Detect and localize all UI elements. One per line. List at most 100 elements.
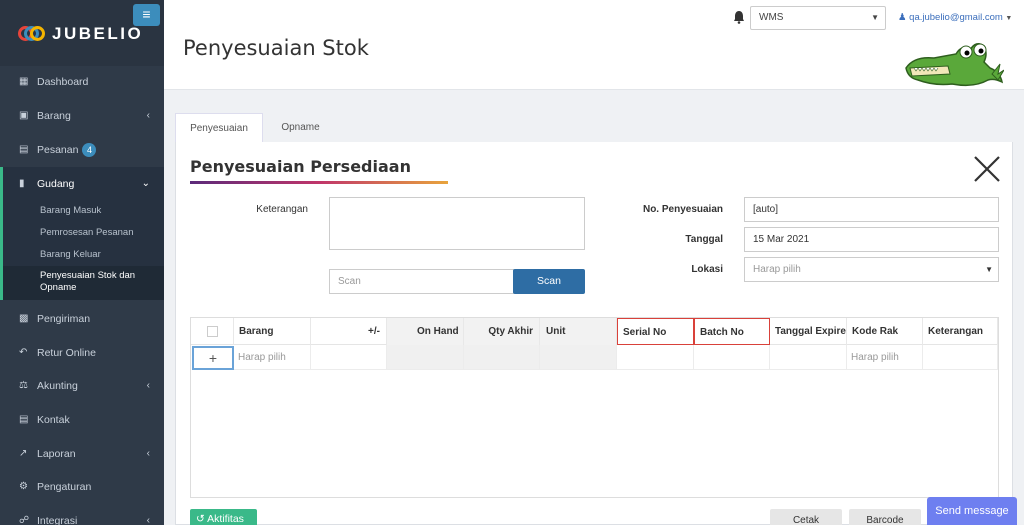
cetak-button[interactable]: Cetak [770, 509, 842, 525]
sidebar-item-pesanan[interactable]: ▤ Pesanan 4 [0, 133, 164, 166]
sidebar-item-dashboard[interactable]: ▦ Dashboard [0, 65, 164, 98]
warehouse-select-value: WMS [759, 12, 784, 23]
lokasi-label: Lokasi [691, 264, 723, 275]
scan-input[interactable]: Scan [329, 269, 514, 294]
sidebar-item-barang[interactable]: ▣ Barang ‹ [0, 99, 164, 132]
address-card-icon: ▤ [19, 414, 29, 425]
tab-opname[interactable]: Opname [263, 113, 338, 142]
hamburger-icon[interactable]: ≡ [133, 4, 160, 26]
sidebar-item-pengiriman[interactable]: ▩ Pengiriman [0, 302, 164, 335]
sidebar-item-label: Gudang [37, 177, 75, 190]
items-grid: Barang +/- On Hand Qty Akhir Unit Serial… [190, 317, 999, 498]
close-icon[interactable] [972, 154, 1002, 184]
col-barang[interactable]: Barang [234, 318, 311, 345]
sidebar-item-akunting[interactable]: ⚖ Akunting ‹ [0, 369, 164, 402]
crocodile-mascot-icon [905, 43, 1004, 87]
sidebar-subitem-penyesuaian-stok[interactable]: Penyesuaian Stok dan Opname [3, 266, 164, 300]
bell-icon[interactable] [733, 10, 745, 24]
user-menu[interactable]: ♟ qa.jubelio@gmail.com ▼ [898, 12, 1012, 23]
tanggal-field[interactable]: 15 Mar 2021 [744, 227, 999, 252]
send-message-button[interactable]: Send message [927, 497, 1017, 525]
col-serial-no[interactable]: Serial No [617, 318, 694, 345]
sidebar-item-retur-online[interactable]: ↶ Retur Online [0, 336, 164, 369]
sidebar-item-label: Pesanan [37, 143, 79, 156]
row-kode-rak-cell[interactable]: Harap pilih [847, 345, 923, 370]
gudang-submenu: Barang Masuk Pemrosesan Pesanan Barang K… [0, 200, 164, 300]
sidebar: JUBELIO ≡ ▦ Dashboard ▣ Barang ‹ ▤ Pesan… [0, 0, 164, 525]
sidebar-item-label: Kontak [37, 413, 70, 426]
scan-button[interactable]: Scan [513, 269, 585, 294]
adjustment-form-panel: Penyesuaian Persediaan Keterangan Scan S… [175, 142, 1013, 525]
add-row-plus-icon[interactable]: + [192, 346, 234, 370]
chevron-left-icon: ‹ [146, 380, 150, 391]
dashboard-icon: ▦ [19, 76, 29, 87]
chevron-left-icon: ‹ [146, 448, 150, 459]
plug-icon: ☍ [19, 515, 30, 525]
tab-penyesuaian[interactable]: Penyesuaian [175, 113, 263, 142]
sidebar-item-pengaturan[interactable]: ⚙ Pengaturan [0, 470, 164, 503]
lokasi-select[interactable]: Harap pilih ▼ [744, 257, 999, 282]
caret-down-icon: ▼ [1005, 15, 1013, 22]
sidebar-item-label: Laporan [37, 447, 76, 460]
row-tanggal-expired-cell[interactable] [770, 345, 847, 370]
warehouse-select[interactable]: WMS ▼ [750, 6, 886, 30]
barcode-button[interactable]: Barcode [849, 509, 921, 525]
sidebar-item-label: Pengaturan [37, 480, 92, 493]
row-barang-cell[interactable]: Harap pilih [234, 345, 311, 370]
sidebar-item-integrasi[interactable]: ☍ Integrasi ‹ [0, 504, 164, 525]
logo-area: JUBELIO ≡ [0, 0, 164, 66]
row-plus-minus-cell[interactable] [311, 345, 387, 370]
balance-scale-icon: ⚖ [19, 380, 28, 391]
col-tanggal-expired[interactable]: Tanggal Expired [770, 318, 847, 345]
truck-icon: ▩ [19, 313, 29, 324]
row-qty-akhir-cell [464, 345, 540, 370]
sidebar-item-label: Akunting [37, 379, 78, 392]
chevron-down-icon: ⌄ [141, 178, 150, 189]
select-all-checkbox[interactable] [207, 326, 218, 337]
col-unit[interactable]: Unit [540, 318, 617, 345]
chevron-left-icon: ‹ [146, 515, 150, 525]
title-underline [190, 181, 448, 184]
gears-icon: ⚙ [19, 481, 28, 492]
row-keterangan-cell[interactable] [923, 345, 998, 370]
col-plus-minus[interactable]: +/- [311, 318, 387, 345]
sidebar-subitem-label-2: Opname [40, 282, 77, 293]
caret-down-icon: ▼ [871, 13, 879, 22]
col-keterangan[interactable]: Keterangan [923, 318, 998, 345]
aktifitas-button[interactable]: ↺ Aktifitas [190, 509, 257, 525]
sidebar-item-label: Integrasi [37, 514, 78, 525]
tanggal-label: Tanggal [685, 234, 723, 245]
sidebar-item-label: Pengiriman [37, 312, 91, 325]
sidebar-subitem-barang-masuk[interactable]: Barang Masuk [3, 200, 164, 222]
sidebar-item-label: Dashboard [37, 75, 89, 88]
lokasi-select-value: Harap pilih [753, 264, 801, 275]
form-title: Penyesuaian Persediaan [190, 157, 411, 176]
chevron-left-icon: ‹ [146, 110, 150, 121]
col-batch-no[interactable]: Batch No [694, 318, 770, 345]
sidebar-item-label: Retur Online [37, 346, 96, 359]
col-qty-akhir[interactable]: Qty Akhir [464, 318, 540, 345]
row-serial-no-cell[interactable] [617, 345, 694, 370]
jubelio-logo[interactable]: JUBELIO [18, 24, 143, 44]
grid-header: Barang +/- On Hand Qty Akhir Unit Serial… [191, 318, 998, 345]
line-chart-icon: ↗ [19, 448, 28, 459]
col-on-hand[interactable]: On Hand [387, 318, 464, 345]
user-email: qa.jubelio@gmail.com [909, 12, 1003, 23]
sidebar-subitem-barang-keluar[interactable]: Barang Keluar [3, 244, 164, 266]
user-icon: ♟ [898, 12, 907, 23]
row-on-hand-cell [387, 345, 464, 370]
col-kode-rak[interactable]: Kode Rak [847, 318, 923, 345]
keterangan-label: Keterangan [256, 204, 308, 215]
history-icon: ↺ [196, 513, 205, 525]
row-batch-no-cell[interactable] [694, 345, 770, 370]
sidebar-item-kontak[interactable]: ▤ Kontak [0, 403, 164, 436]
select-all-cell [191, 318, 234, 345]
caret-down-icon: ▼ [985, 265, 993, 274]
no-penyesuaian-field[interactable]: [auto] [744, 197, 999, 222]
sidebar-item-gudang[interactable]: ▮ Gudang ⌄ [0, 167, 164, 200]
cubes-icon: ▣ [19, 110, 29, 121]
sidebar-item-laporan[interactable]: ↗ Laporan ‹ [0, 437, 164, 470]
reply-icon: ↶ [19, 347, 28, 358]
keterangan-textarea[interactable] [329, 197, 585, 250]
sidebar-subitem-pemrosesan-pesanan[interactable]: Pemrosesan Pesanan [3, 222, 164, 244]
